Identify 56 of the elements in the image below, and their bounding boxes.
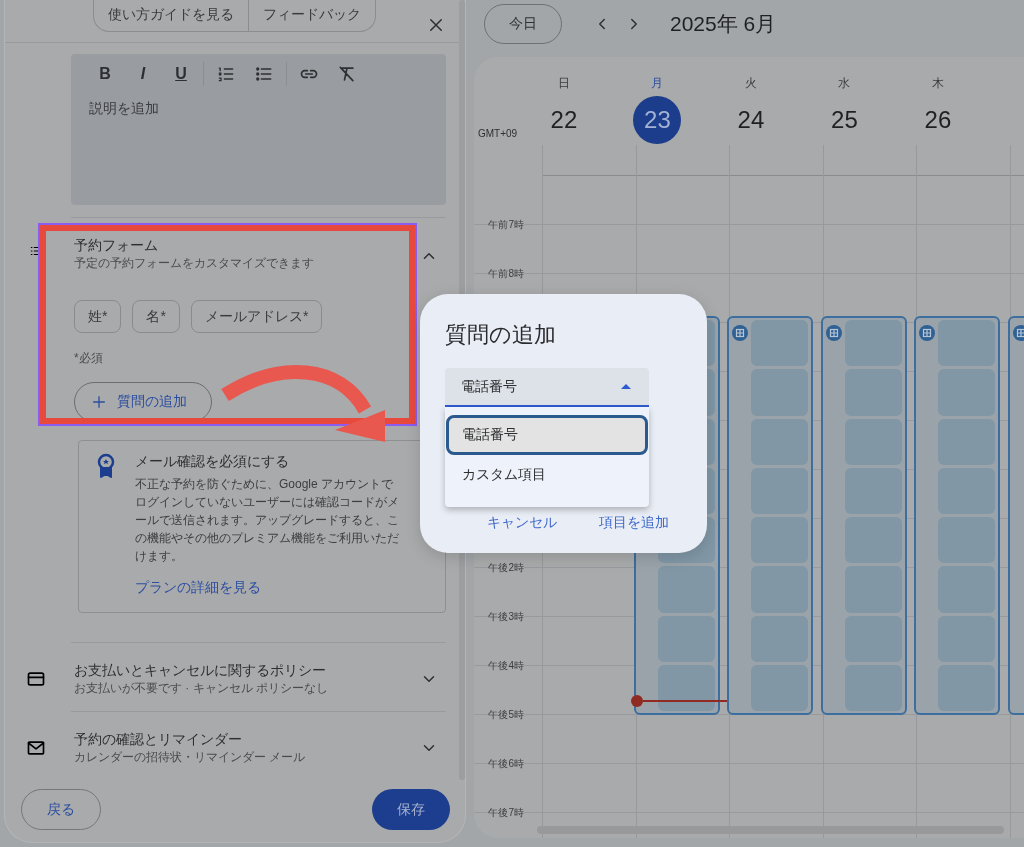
caret-up-icon bbox=[621, 384, 631, 389]
question-type-select[interactable]: 電話番号 bbox=[445, 368, 649, 407]
save-button[interactable]: 保存 bbox=[372, 789, 450, 830]
timezone-label: GMT+09 bbox=[478, 128, 518, 139]
notice-title: メール確認を必須にする bbox=[135, 453, 290, 471]
notice-text: 不正な予約を防ぐために、Google アカウントでログインしていないユーザーには確認コードがメールで送信されます。アップグレードすると、この機能やその他のプレミアム機能をご利用いただけます。 bbox=[135, 476, 400, 565]
credit-card-icon bbox=[25, 669, 46, 689]
mail-icon bbox=[25, 738, 46, 758]
close-icon bbox=[427, 16, 445, 34]
section-subtitle: カレンダーの招待状・リマインダー メール bbox=[74, 749, 307, 766]
date-number[interactable]: 26 bbox=[913, 96, 962, 144]
weekday-label: 月 bbox=[651, 75, 664, 92]
plan-details-link[interactable]: プランの詳細を見る bbox=[135, 579, 429, 597]
hour-label: 午後6時 bbox=[488, 757, 524, 771]
section-subtitle: お支払いが不要です · キャンセル ポリシーなし bbox=[74, 680, 329, 697]
italic-button[interactable]: I bbox=[127, 62, 159, 86]
bold-button[interactable]: B bbox=[89, 62, 121, 86]
form-field-chip[interactable]: メールアドレス* bbox=[190, 300, 323, 333]
section-title: お支払いとキャンセルに関するポリシー bbox=[74, 661, 327, 679]
date-number[interactable]: 25 bbox=[820, 96, 869, 144]
hour-label: 午前8時 bbox=[488, 267, 524, 281]
dialog-title: 質問の追加 bbox=[445, 321, 557, 349]
date-number[interactable]: 24 bbox=[726, 96, 775, 144]
hour-label: 午後4時 bbox=[488, 659, 524, 673]
time-slot[interactable] bbox=[657, 664, 715, 711]
menu-option[interactable]: カスタム項目 bbox=[446, 455, 648, 495]
form-field-chip[interactable]: 姓* bbox=[74, 300, 122, 333]
header-button[interactable]: フィードバック bbox=[248, 0, 375, 31]
required-note: *必須 bbox=[74, 350, 104, 367]
hour-label: 午後2時 bbox=[488, 561, 524, 575]
today-date[interactable]: 23 bbox=[633, 96, 682, 144]
weekday-label: 日 bbox=[557, 75, 570, 92]
add-item-button[interactable]: 項目を追加 bbox=[599, 514, 669, 532]
section-title: 予約フォーム bbox=[74, 236, 159, 254]
clear-format-icon bbox=[337, 64, 357, 84]
plus-icon bbox=[91, 394, 107, 410]
month-title: 2025年 6月 bbox=[670, 10, 777, 37]
menu-option[interactable]: 電話番号 bbox=[446, 415, 648, 455]
hour-label: 午前7時 bbox=[488, 218, 524, 232]
hour-label: 午後7時 bbox=[488, 806, 524, 820]
hour-label: 午後3時 bbox=[488, 610, 524, 624]
section-title: 予約の確認とリマインダー bbox=[74, 730, 243, 748]
award-icon bbox=[95, 453, 117, 479]
bulleted-list-icon bbox=[254, 64, 274, 84]
description-editor[interactable]: B I U 説明を追加 bbox=[71, 54, 446, 205]
header-button[interactable]: 使い方ガイドを見る bbox=[94, 0, 248, 31]
weekday-label: 水 bbox=[838, 75, 851, 92]
section-subtitle: 予定の予約フォームをカスタマイズできます bbox=[74, 255, 315, 272]
form-field-chip[interactable]: 名* bbox=[132, 300, 180, 333]
weekday-label: 火 bbox=[744, 75, 757, 92]
description-placeholder: 説明を追加 bbox=[89, 100, 160, 118]
cancel-button[interactable]: キャンセル bbox=[487, 514, 557, 532]
date-number[interactable]: 22 bbox=[539, 96, 588, 144]
underline-button[interactable]: U bbox=[165, 62, 197, 86]
weekday-label: 木 bbox=[931, 75, 944, 92]
hour-label: 午後5時 bbox=[488, 708, 524, 722]
